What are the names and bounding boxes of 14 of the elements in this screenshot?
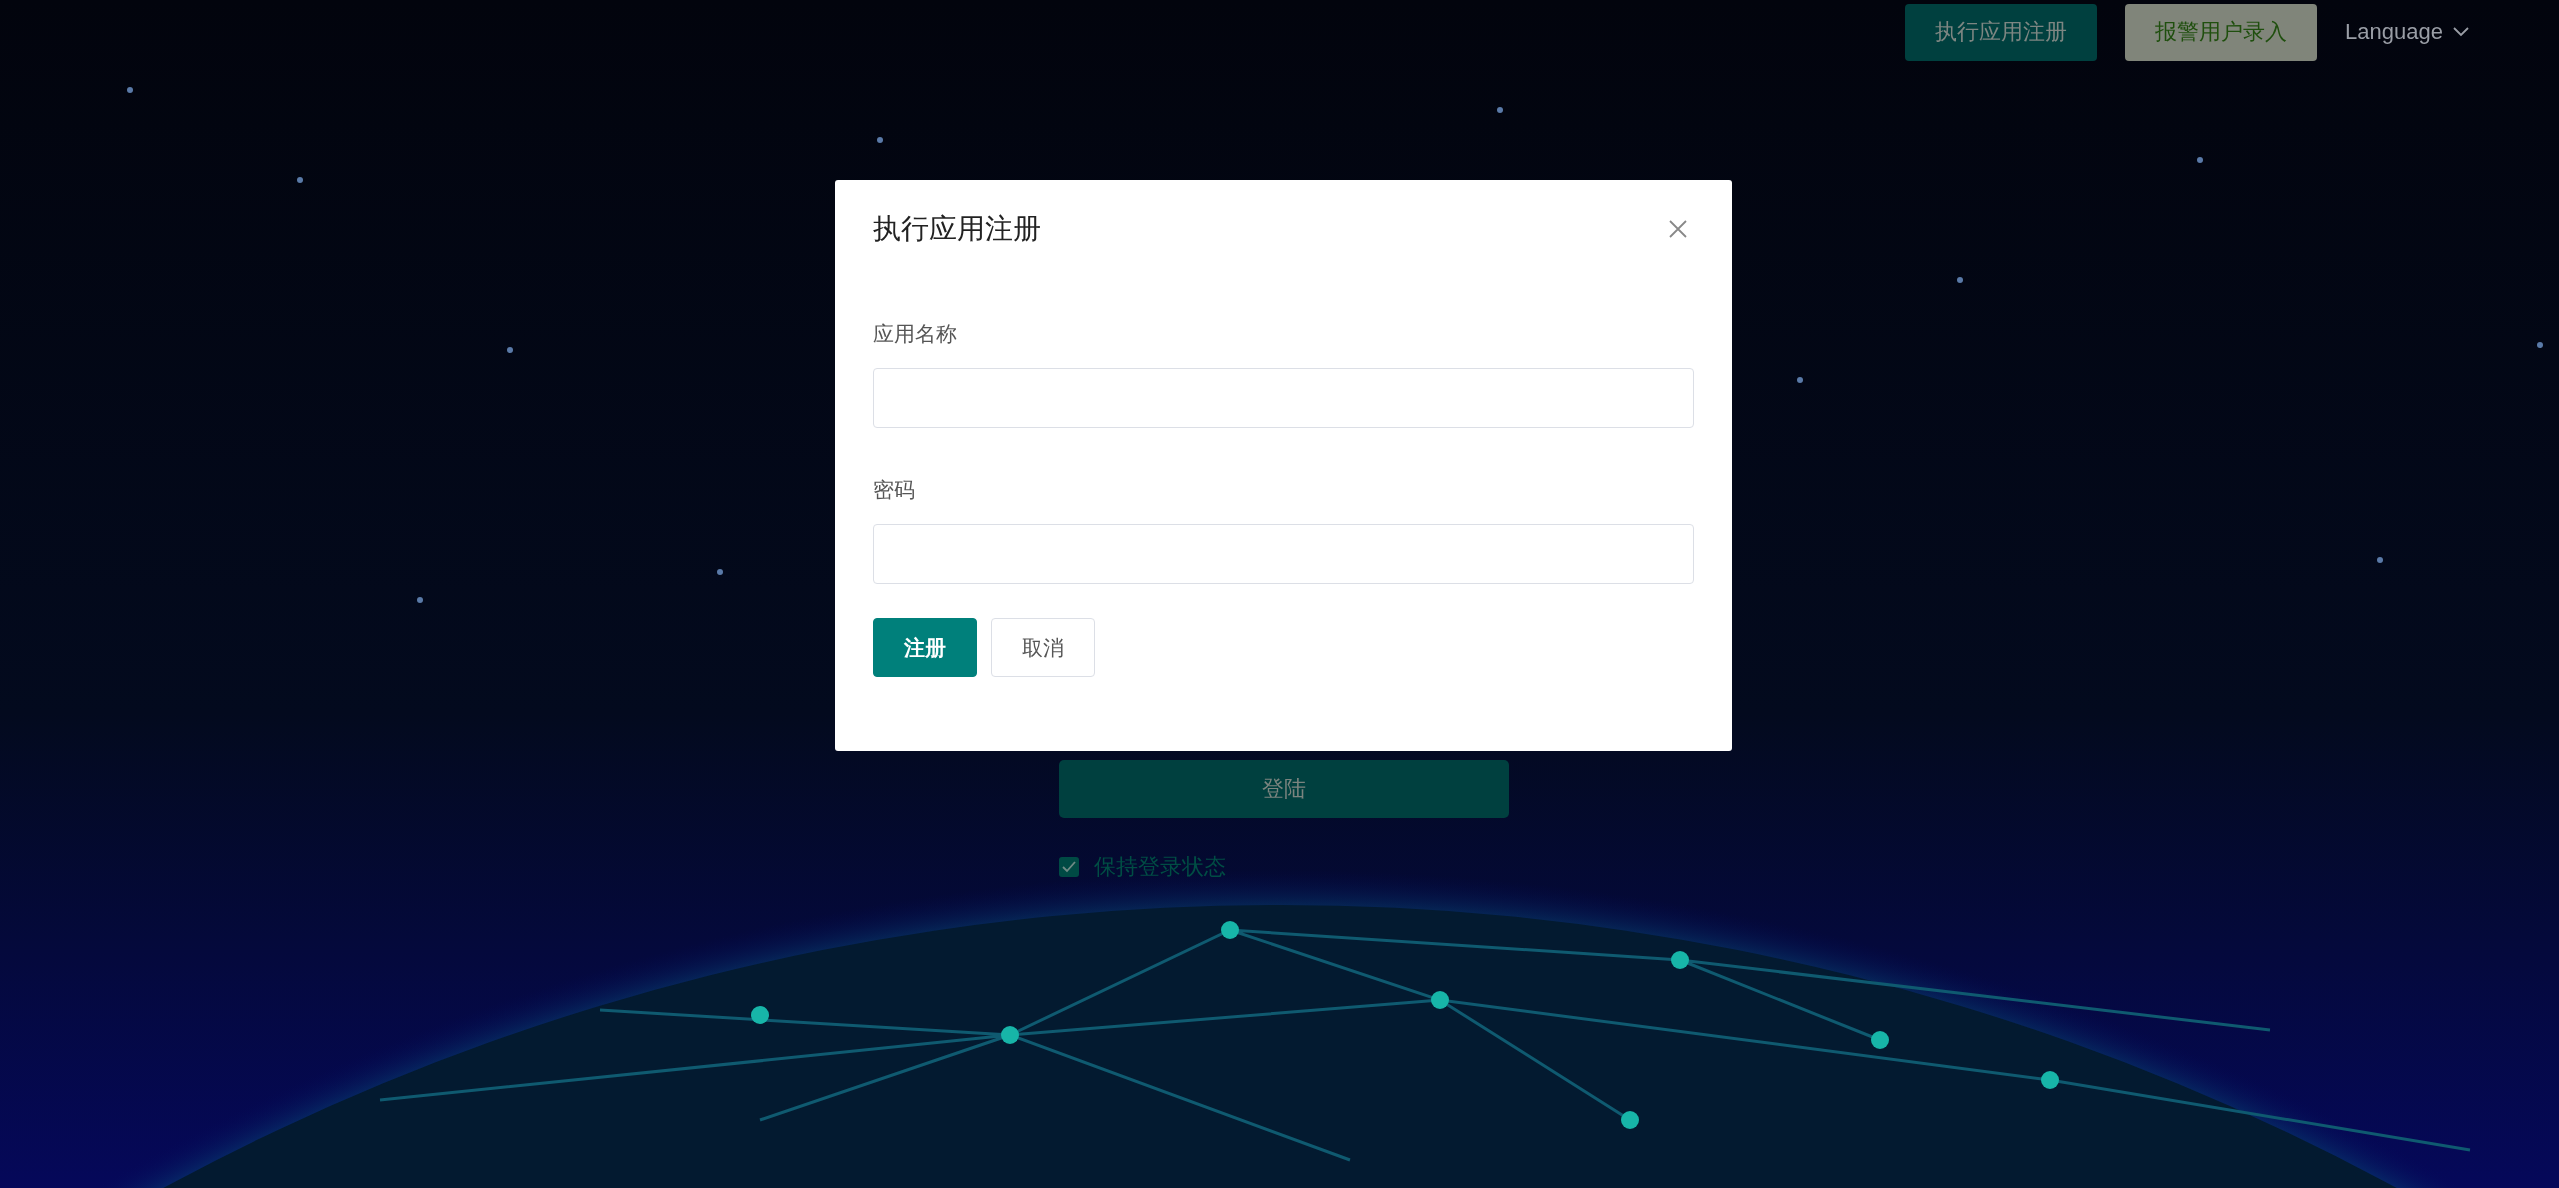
input-field[interactable] xyxy=(873,524,1694,584)
register-button[interactable]: 注册 xyxy=(873,618,977,677)
top-bar-button[interactable]: 执行应用注册 xyxy=(1905,3,2098,61)
chevron-down-icon xyxy=(2453,27,2469,37)
remember-checkbox[interactable] xyxy=(1059,857,1079,877)
language-menu[interactable]: Language xyxy=(2345,19,2469,45)
cancel-button[interactable]: 取消 xyxy=(991,618,1095,677)
top-bar-button[interactable]: 报警用户录入 xyxy=(2125,3,2318,61)
field-label: 密码 xyxy=(873,477,916,503)
login-button[interactable]: 登陆 xyxy=(1059,760,1509,818)
remember-label: 保持登录状态 xyxy=(1094,853,1226,881)
field-label: 应用名称 xyxy=(873,321,958,347)
input-field[interactable] xyxy=(873,368,1694,428)
dialog-title: 执行应用注册 xyxy=(873,212,1041,246)
